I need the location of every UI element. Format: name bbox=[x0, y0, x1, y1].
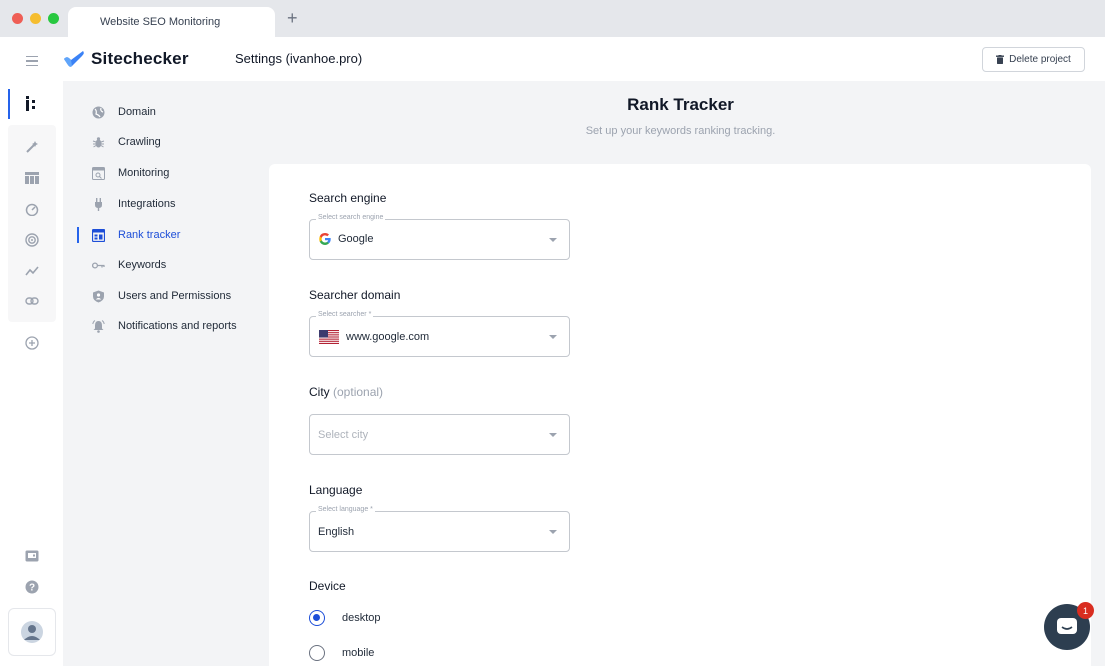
searcher-domain-label: Searcher domain bbox=[309, 288, 401, 302]
minimize-window-button[interactable] bbox=[30, 13, 41, 24]
nav-item-users-permissions[interactable]: Users and Permissions bbox=[91, 286, 231, 306]
searcher-domain-legend: Select searcher * bbox=[316, 311, 374, 318]
magic-wand-icon[interactable] bbox=[22, 137, 42, 157]
city-label: City (optional) bbox=[309, 385, 383, 399]
radio-checked[interactable] bbox=[309, 610, 325, 626]
delete-project-button[interactable]: Delete project bbox=[982, 47, 1085, 72]
chevron-down-icon bbox=[549, 433, 557, 437]
device-option-label: desktop bbox=[342, 612, 381, 624]
language-select[interactable]: Select language * English bbox=[309, 506, 570, 552]
new-tab-button[interactable]: + bbox=[287, 8, 298, 29]
nav-item-integrations[interactable]: Integrations bbox=[91, 194, 175, 214]
key-icon bbox=[91, 258, 106, 273]
searcher-domain-value-text: www.google.com bbox=[346, 331, 430, 343]
search-engine-legend: Select search engine bbox=[316, 214, 386, 221]
nav-item-label: Users and Permissions bbox=[118, 290, 232, 302]
globe-icon bbox=[91, 105, 106, 120]
radio-unchecked[interactable] bbox=[309, 645, 325, 661]
nav-item-domain[interactable]: Domain bbox=[91, 102, 156, 122]
window-controls bbox=[12, 13, 59, 24]
rail-active-indicator bbox=[8, 89, 10, 119]
link-icon[interactable] bbox=[22, 291, 42, 311]
trend-line-icon[interactable] bbox=[22, 261, 42, 281]
browser-chrome: Website SEO Monitoring + bbox=[0, 0, 1105, 37]
chat-notification-badge: 1 bbox=[1077, 602, 1094, 619]
page-title: Rank Tracker bbox=[627, 95, 734, 114]
chat-icon bbox=[1057, 618, 1077, 634]
nav-item-crawling[interactable]: Crawling bbox=[91, 132, 161, 152]
searcher-domain-select[interactable]: Select searcher * www.google.com bbox=[309, 311, 570, 357]
device-label: Device bbox=[309, 579, 346, 593]
language-value: English bbox=[318, 526, 354, 538]
target-icon[interactable] bbox=[22, 230, 42, 250]
chevron-down-icon bbox=[549, 335, 557, 339]
svg-text:?: ? bbox=[29, 583, 35, 594]
nav-item-keywords[interactable]: Keywords bbox=[91, 255, 166, 275]
device-option-desktop[interactable]: desktop bbox=[309, 610, 381, 626]
city-placeholder: Select city bbox=[318, 429, 369, 441]
user-avatar-button[interactable] bbox=[8, 608, 56, 656]
device-option-mobile[interactable]: mobile bbox=[309, 645, 374, 661]
help-icon[interactable]: ? bbox=[22, 577, 42, 597]
nav-item-label: Integrations bbox=[118, 198, 176, 210]
nav-item-label: Keywords bbox=[118, 259, 167, 271]
close-window-button[interactable] bbox=[12, 13, 23, 24]
rank-tracker-icon bbox=[91, 228, 106, 243]
shield-user-icon bbox=[91, 289, 106, 304]
logo-text: Sitechecker bbox=[91, 49, 189, 68]
nav-item-monitoring[interactable]: Monitoring bbox=[91, 163, 169, 183]
plug-icon bbox=[91, 197, 106, 212]
delete-project-label: Delete project bbox=[1009, 54, 1071, 65]
table-icon[interactable] bbox=[22, 168, 42, 188]
app-header: Sitechecker Settings (ivanhoe.pro) Delet… bbox=[0, 37, 1105, 81]
chevron-down-icon bbox=[549, 530, 557, 534]
settings-nav: Domain Crawling Monitoring Integrations … bbox=[63, 81, 268, 666]
speedometer-icon[interactable] bbox=[22, 199, 42, 219]
browser-tab[interactable]: Website SEO Monitoring bbox=[68, 7, 275, 37]
left-rail: ? bbox=[0, 81, 63, 666]
nav-item-label: Rank tracker bbox=[118, 229, 181, 241]
nav-item-rank-tracker[interactable]: Rank tracker bbox=[91, 225, 180, 245]
trash-icon bbox=[996, 55, 1005, 64]
wallet-icon[interactable] bbox=[22, 546, 42, 566]
nav-item-label: Monitoring bbox=[118, 167, 170, 179]
rank-tracker-settings-card: Search engine Select search engine Googl… bbox=[269, 164, 1091, 666]
nav-item-label: Crawling bbox=[118, 136, 161, 148]
us-flag-icon bbox=[319, 330, 339, 344]
nav-item-notifications-reports[interactable]: Notifications and reports bbox=[91, 316, 237, 336]
chevron-down-icon bbox=[549, 238, 557, 242]
language-value-text: English bbox=[318, 526, 355, 538]
page-subtitle: Set up your keywords ranking tracking. bbox=[585, 125, 776, 137]
menu-icon[interactable] bbox=[26, 56, 38, 69]
monitoring-icon bbox=[91, 166, 106, 181]
city-label-text: City bbox=[309, 385, 330, 399]
search-engine-value: Google bbox=[319, 233, 373, 245]
bell-icon bbox=[91, 319, 106, 334]
device-option-label: mobile bbox=[342, 647, 375, 659]
search-engine-select[interactable]: Select search engine Google bbox=[309, 214, 570, 260]
nav-item-label: Notifications and reports bbox=[118, 320, 237, 332]
searcher-domain-value: www.google.com bbox=[319, 330, 429, 344]
language-legend: Select language * bbox=[316, 506, 375, 513]
city-select[interactable]: Select city bbox=[309, 414, 570, 455]
search-engine-label: Search engine bbox=[309, 191, 387, 205]
maximize-window-button[interactable] bbox=[48, 13, 59, 24]
search-engine-value-text: Google bbox=[338, 233, 374, 245]
nav-item-label: Domain bbox=[118, 106, 156, 118]
logo-check-icon bbox=[64, 51, 84, 67]
logo[interactable]: Sitechecker bbox=[63, 49, 189, 69]
language-label: Language bbox=[309, 483, 363, 497]
nav-active-indicator bbox=[77, 227, 79, 243]
city-optional-text: (optional) bbox=[333, 385, 384, 399]
rail-settings-icon[interactable] bbox=[22, 94, 42, 114]
avatar-icon bbox=[21, 621, 43, 643]
bug-icon bbox=[91, 135, 106, 150]
google-icon bbox=[319, 233, 331, 245]
page-heading: Settings (ivanhoe.pro) bbox=[235, 51, 363, 66]
add-circle-icon[interactable] bbox=[22, 333, 42, 353]
